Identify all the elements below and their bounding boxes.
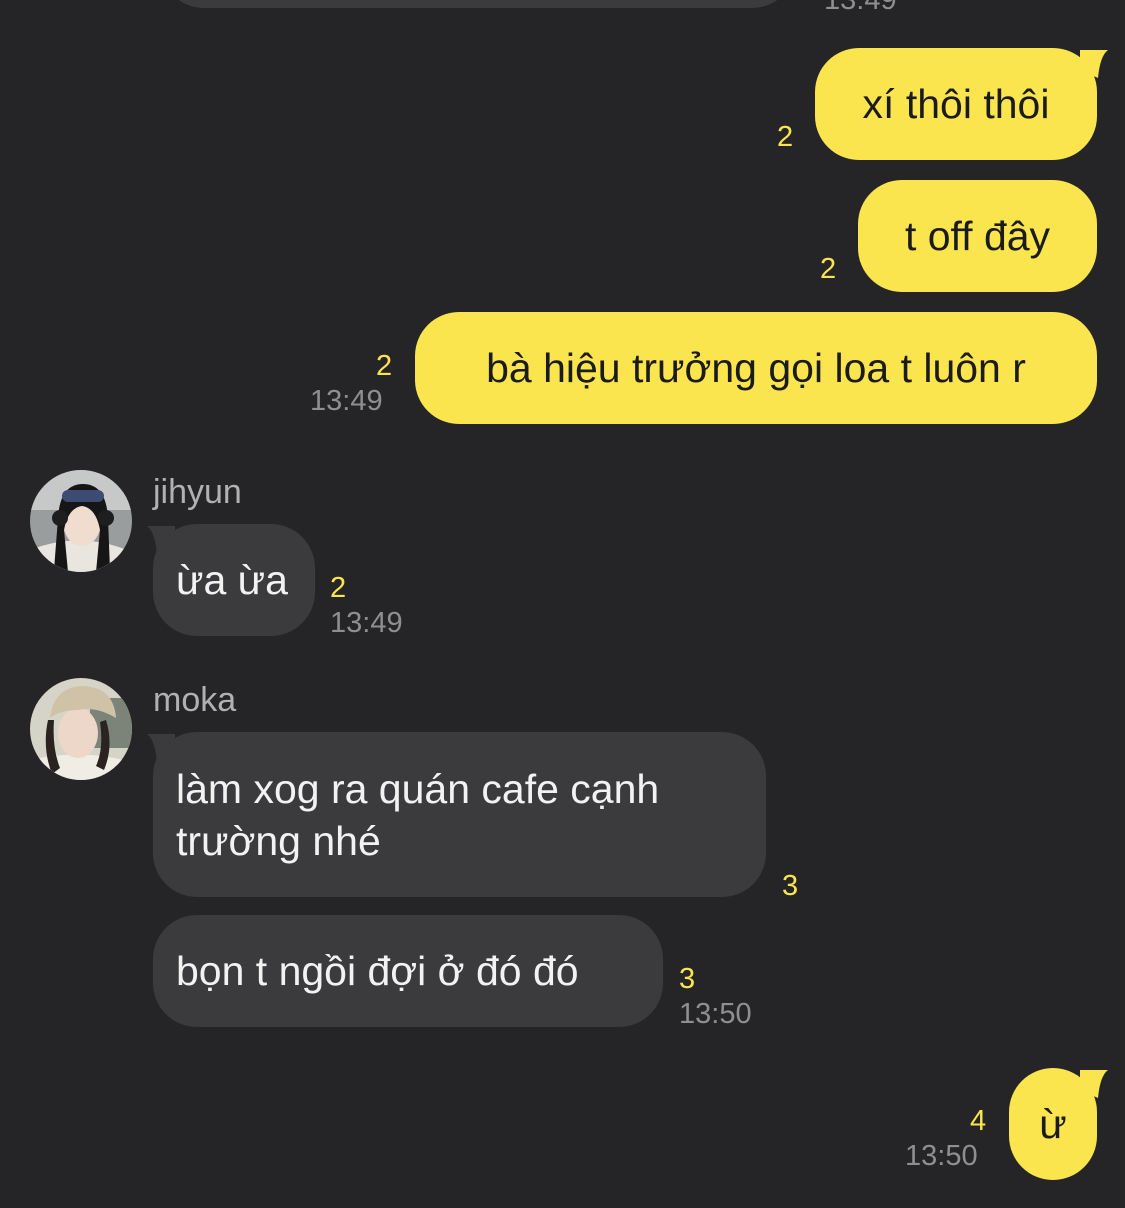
their-message-bubble[interactable]: bọn t ngồi đợi ở đó đó	[153, 915, 663, 1027]
bubble-tail	[1080, 1070, 1108, 1098]
message-text-line: trường nhé	[176, 817, 381, 864]
timestamp: 13:49	[824, 0, 897, 16]
timestamp: 13:50	[905, 1140, 978, 1172]
bubble-tail	[1080, 50, 1108, 78]
sender-name: moka	[153, 681, 237, 719]
read-count: 2	[777, 121, 794, 153]
sender-name: jihyun	[153, 473, 242, 511]
read-count: 2	[330, 572, 347, 604]
read-count: 4	[970, 1105, 987, 1137]
avatar-moka[interactable]	[30, 678, 132, 780]
read-count: 3	[782, 870, 799, 902]
message-text: t off đây	[904, 213, 1051, 259]
my-message-bubble[interactable]: bà hiệu trưởng gọi loa t luôn r	[415, 312, 1097, 424]
message-text: bọn t ngồi đợi ở đó đó	[176, 948, 579, 994]
message-text: ừa ừa	[176, 557, 288, 603]
their-message-bubble[interactable]: ừa ừa	[153, 524, 315, 636]
read-count: 3	[679, 963, 696, 995]
message-text: ừ	[1039, 1101, 1067, 1147]
timestamp: 13:49	[310, 385, 383, 417]
timestamp: 13:49	[330, 607, 403, 639]
timestamp: 13:50	[679, 998, 752, 1030]
previous-message-bubble[interactable]	[160, 0, 796, 8]
read-count: 2	[376, 350, 393, 382]
avatar-jihyun[interactable]	[30, 470, 132, 572]
my-message-bubble[interactable]: xí thôi thôi	[815, 48, 1097, 160]
message-text: xí thôi thôi	[862, 81, 1050, 127]
my-message-bubble[interactable]: t off đây	[858, 180, 1097, 292]
their-message-bubble[interactable]: làm xog ra quán cafe cạnh trường nhé	[153, 732, 766, 897]
read-count: 2	[820, 253, 837, 285]
message-text-line: làm xog ra quán cafe cạnh	[176, 765, 660, 812]
message-text: bà hiệu trưởng gọi loa t luôn r	[486, 345, 1026, 391]
